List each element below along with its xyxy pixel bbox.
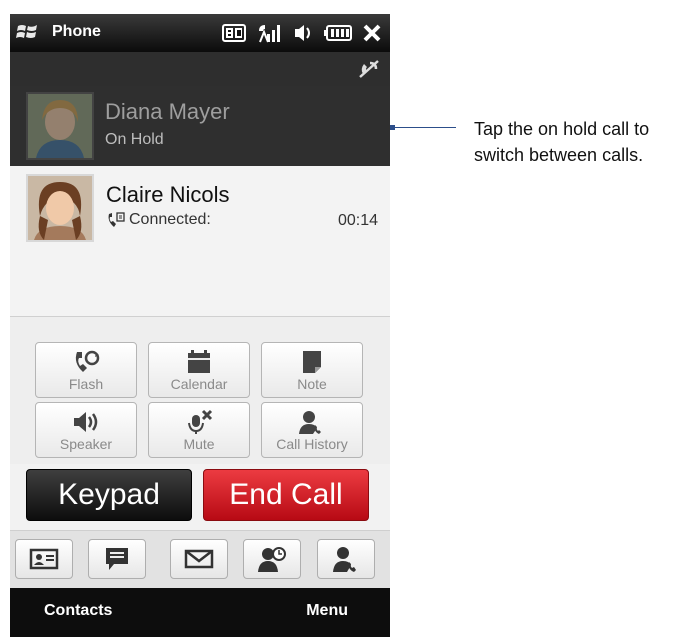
mute-mic-icon [149, 409, 249, 435]
contacts-softkey[interactable]: Contacts [44, 602, 112, 620]
message-button[interactable] [88, 539, 146, 579]
call-history-button[interactable]: Call History [261, 402, 363, 458]
app-title: Phone [52, 23, 101, 40]
sub-bar [10, 52, 390, 86]
hold-caller-name: Diana Mayer [105, 99, 230, 124]
call-timer: 00:14 [337, 212, 378, 229]
note-icon [262, 349, 362, 375]
note-button[interactable]: Note [261, 342, 363, 398]
note-label: Note [297, 376, 327, 392]
contact-phone-icon [333, 547, 356, 572]
call-history-label: Call History [276, 436, 348, 452]
phone-screen: Phone Diana Mayer On Hold Claire Nicols … [10, 14, 390, 637]
flash-phone-icon [36, 349, 136, 375]
active-call: Claire Nicols Connected: 00:14 [10, 166, 390, 316]
email-button[interactable] [170, 539, 228, 579]
message-icon [106, 548, 128, 570]
call-status: Connected: [106, 211, 211, 229]
quick-access-bar [10, 530, 390, 589]
contact-avatar-diana [26, 92, 94, 160]
contact-card-icon [29, 548, 59, 570]
call-status-label: Connected: [129, 211, 211, 228]
end-call-button[interactable]: End Call [203, 469, 369, 521]
email-icon [184, 549, 214, 569]
speaker-ring-icon [292, 22, 314, 44]
flash-label: Flash [68, 376, 104, 392]
on-hold-call[interactable]: Diana Mayer On Hold [10, 86, 390, 166]
calendar-label: Calendar [170, 376, 228, 392]
speaker-icon [36, 409, 136, 435]
contact-avatar-claire [26, 174, 94, 242]
keypad-button[interactable]: Keypad [26, 469, 192, 521]
active-caller-name: Claire Nicols [106, 182, 230, 207]
menu-softkey[interactable]: Menu [306, 602, 348, 620]
speaker-label: Speaker [59, 436, 113, 452]
callout-text: Tap the on hold call to switch between c… [474, 119, 650, 165]
flash-button[interactable]: Flash [35, 342, 137, 398]
calendar-button[interactable]: Calendar [148, 342, 250, 398]
calendar-icon [149, 349, 249, 375]
speaker-button[interactable]: Speaker [35, 402, 137, 458]
hold-call-status: On Hold [105, 131, 164, 148]
signal-icon [256, 22, 282, 44]
contact-phone-button[interactable] [317, 539, 375, 579]
mute-label: Mute [183, 436, 215, 452]
close-icon[interactable] [362, 22, 382, 44]
status-bar: Phone [10, 14, 390, 52]
3g-icon [222, 22, 246, 44]
mute-button[interactable]: Mute [148, 402, 250, 458]
soft-key-bar: Contacts Menu [10, 588, 390, 637]
contact-clock-button[interactable] [243, 539, 301, 579]
call-history-icon [262, 409, 362, 435]
contact-card-button[interactable] [15, 539, 73, 579]
callout-line [392, 127, 456, 128]
mute-crossed-icon [358, 59, 380, 84]
contact-clock-icon [258, 547, 286, 572]
windows-flag-icon[interactable] [16, 22, 40, 42]
function-button-panel: Flash Calendar Note Speaker Mute Call Hi… [10, 316, 390, 464]
battery-icon [324, 22, 352, 44]
connected-phone-icon [108, 212, 125, 227]
